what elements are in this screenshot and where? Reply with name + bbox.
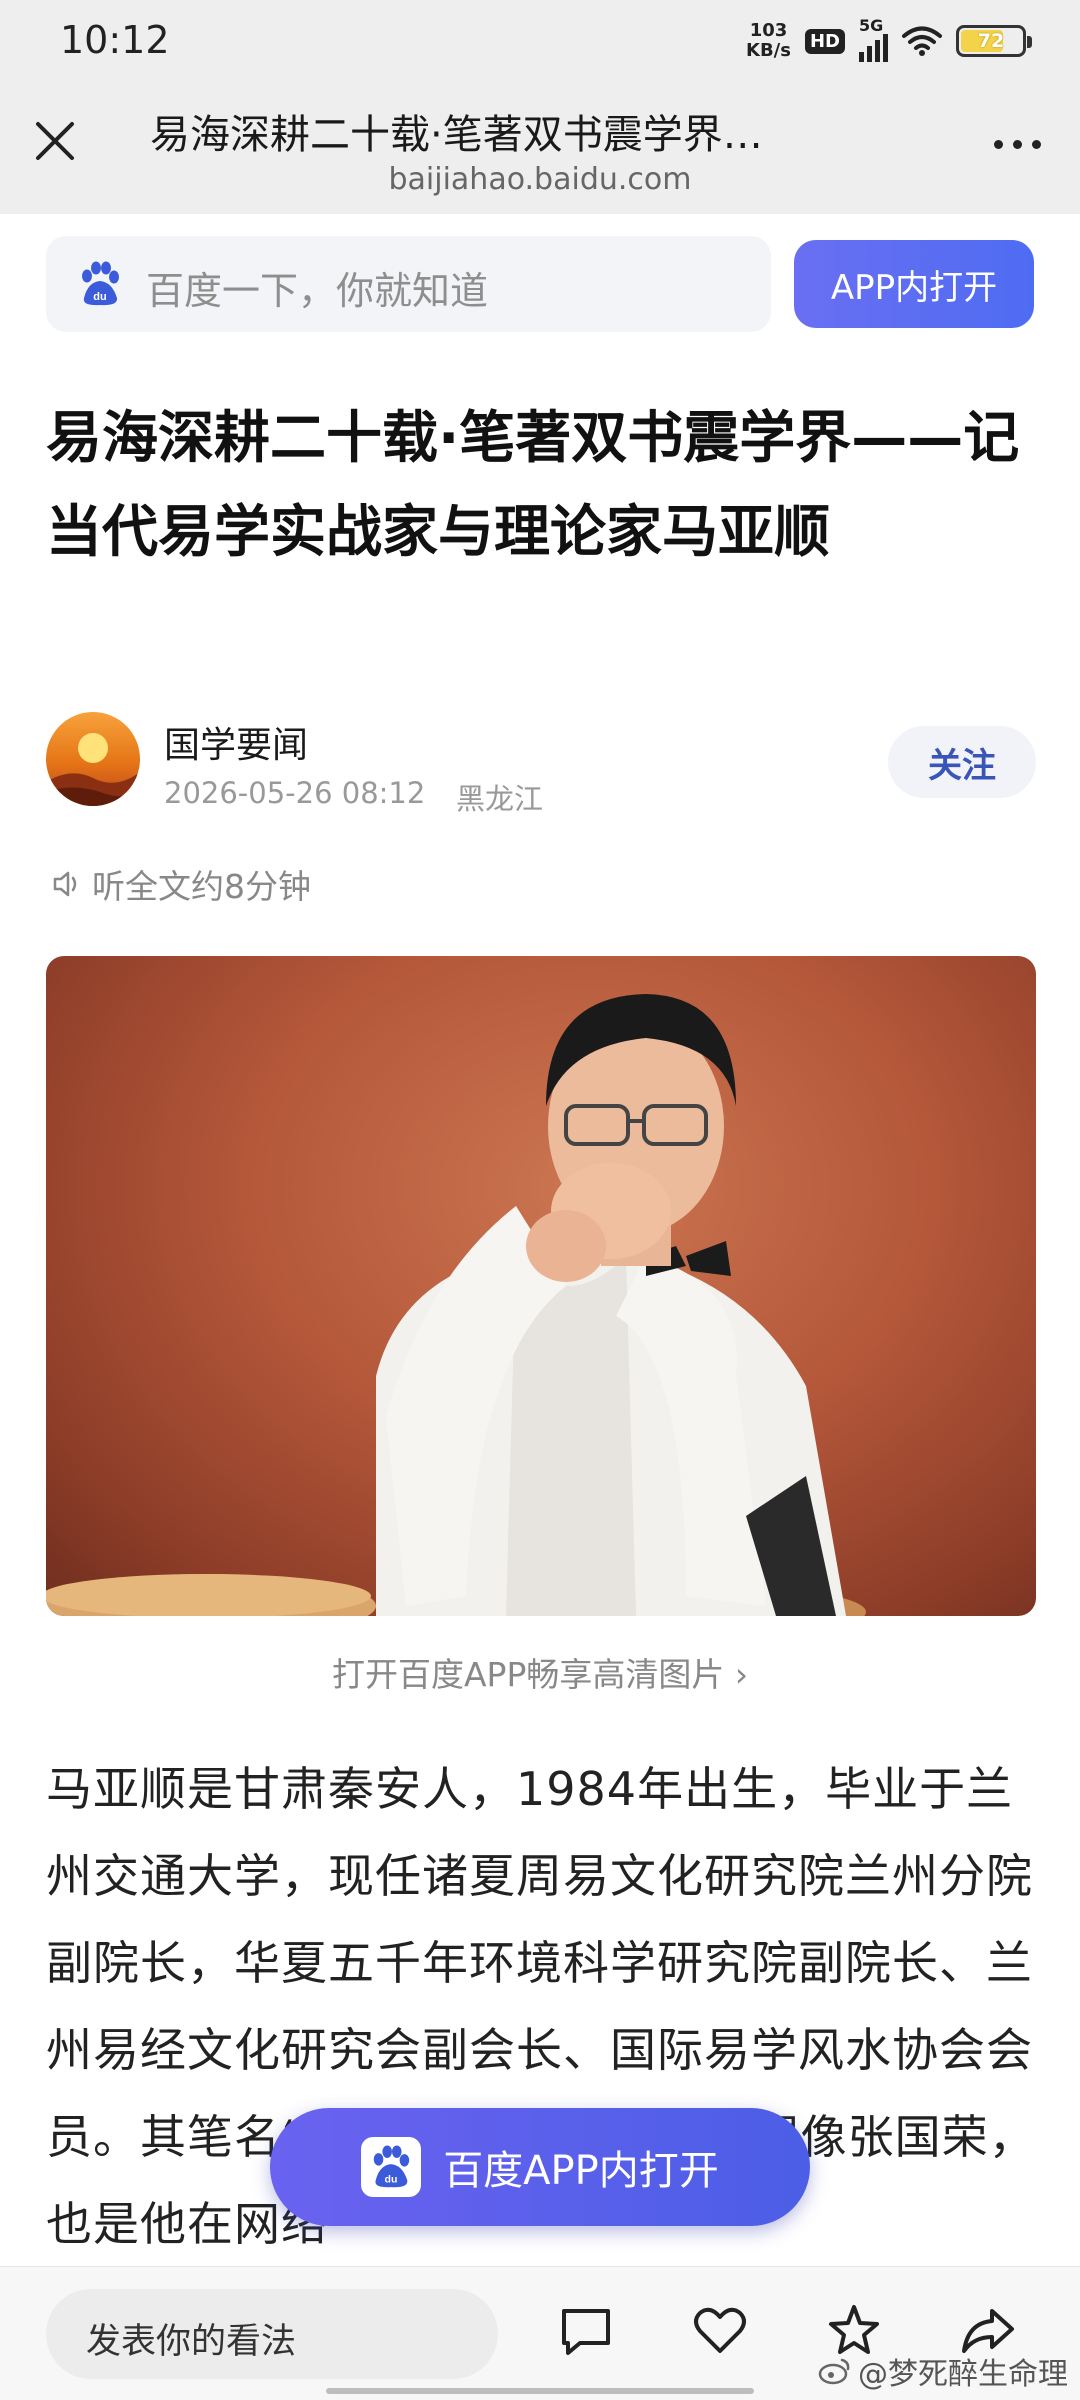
home-indicator[interactable] xyxy=(326,2388,754,2394)
battery-level: 72 xyxy=(977,30,1005,52)
wifi-icon xyxy=(902,26,942,56)
battery-icon: 72 xyxy=(956,25,1032,57)
comment-input[interactable]: 发表你的看法 xyxy=(46,2289,498,2379)
more-icon[interactable] xyxy=(982,124,1052,164)
author-name[interactable]: 国学要闻 xyxy=(164,716,308,768)
like-icon[interactable] xyxy=(690,2301,750,2361)
photo-caption-link[interactable]: 打开百度APP畅享高清图片 › xyxy=(0,1648,1080,1696)
listen-label: 听全文约8分钟 xyxy=(92,867,311,906)
network-type-label: 5G xyxy=(859,16,884,35)
sunset-avatar-image xyxy=(46,733,140,806)
status-bar: 10:12 103 KB/s HD 5G 72 xyxy=(0,0,1080,82)
follow-button[interactable]: 关注 xyxy=(888,726,1036,798)
open-in-baidu-app-button[interactable]: du 百度APP内打开 xyxy=(270,2108,810,2226)
baidu-app-logo: du xyxy=(361,2137,422,2197)
svg-text:du: du xyxy=(93,291,106,303)
article-title: 易海深耕二十载·笔著双书震学界——记当代易学实战家与理论家马亚顺 xyxy=(46,406,1020,565)
open-in-app-button[interactable]: APP内打开 xyxy=(794,240,1034,328)
baidu-paw-logo: du xyxy=(82,261,119,306)
weibo-watermark: @梦死醉生命理 xyxy=(818,2349,1068,2393)
speaker-icon xyxy=(53,871,77,897)
article-photo[interactable] xyxy=(46,956,1036,1616)
page-domain: baijiahao.baidu.com xyxy=(388,162,692,197)
browser-nav-bar: 易海深耕二十载·笔著双书震学界… baijiahao.baidu.com xyxy=(0,82,1080,214)
hd-icon: HD xyxy=(804,28,845,54)
signal-icon: 5G xyxy=(859,16,888,62)
network-speed-unit: KB/s xyxy=(746,40,791,61)
search-placeholder: 百度一下，你就知道 xyxy=(146,269,489,313)
author-avatar[interactable] xyxy=(46,712,140,806)
bottom-action-bar: 发表你的看法 @梦死醉生命理 xyxy=(0,2266,1080,2400)
status-time: 10:12 xyxy=(60,18,170,62)
watermark-text: @梦死醉生命理 xyxy=(858,2357,1068,2392)
status-indicators: 103 KB/s HD 5G 72 xyxy=(746,16,1032,66)
comment-placeholder: 发表你的看法 xyxy=(86,2322,297,2362)
comment-icon[interactable] xyxy=(556,2301,616,2361)
portrait-image xyxy=(46,994,866,1616)
publish-location: 黑龙江 xyxy=(456,782,544,816)
network-speed: 103 KB/s xyxy=(746,21,791,61)
svg-text:du: du xyxy=(385,2173,398,2185)
close-icon[interactable] xyxy=(28,114,82,168)
network-speed-value: 103 xyxy=(749,20,788,41)
listen-article-button[interactable]: 听全文约8分钟 xyxy=(50,860,311,908)
search-input[interactable]: du 百度一下，你就知道 xyxy=(46,236,771,332)
page-title: 易海深耕二十载·笔著双书震学界… xyxy=(150,112,763,158)
publish-date: 2026-05-26 08:12 xyxy=(164,776,426,810)
open-in-baidu-app-label: 百度APP内打开 xyxy=(443,2148,719,2194)
weibo-icon xyxy=(818,2358,850,2385)
